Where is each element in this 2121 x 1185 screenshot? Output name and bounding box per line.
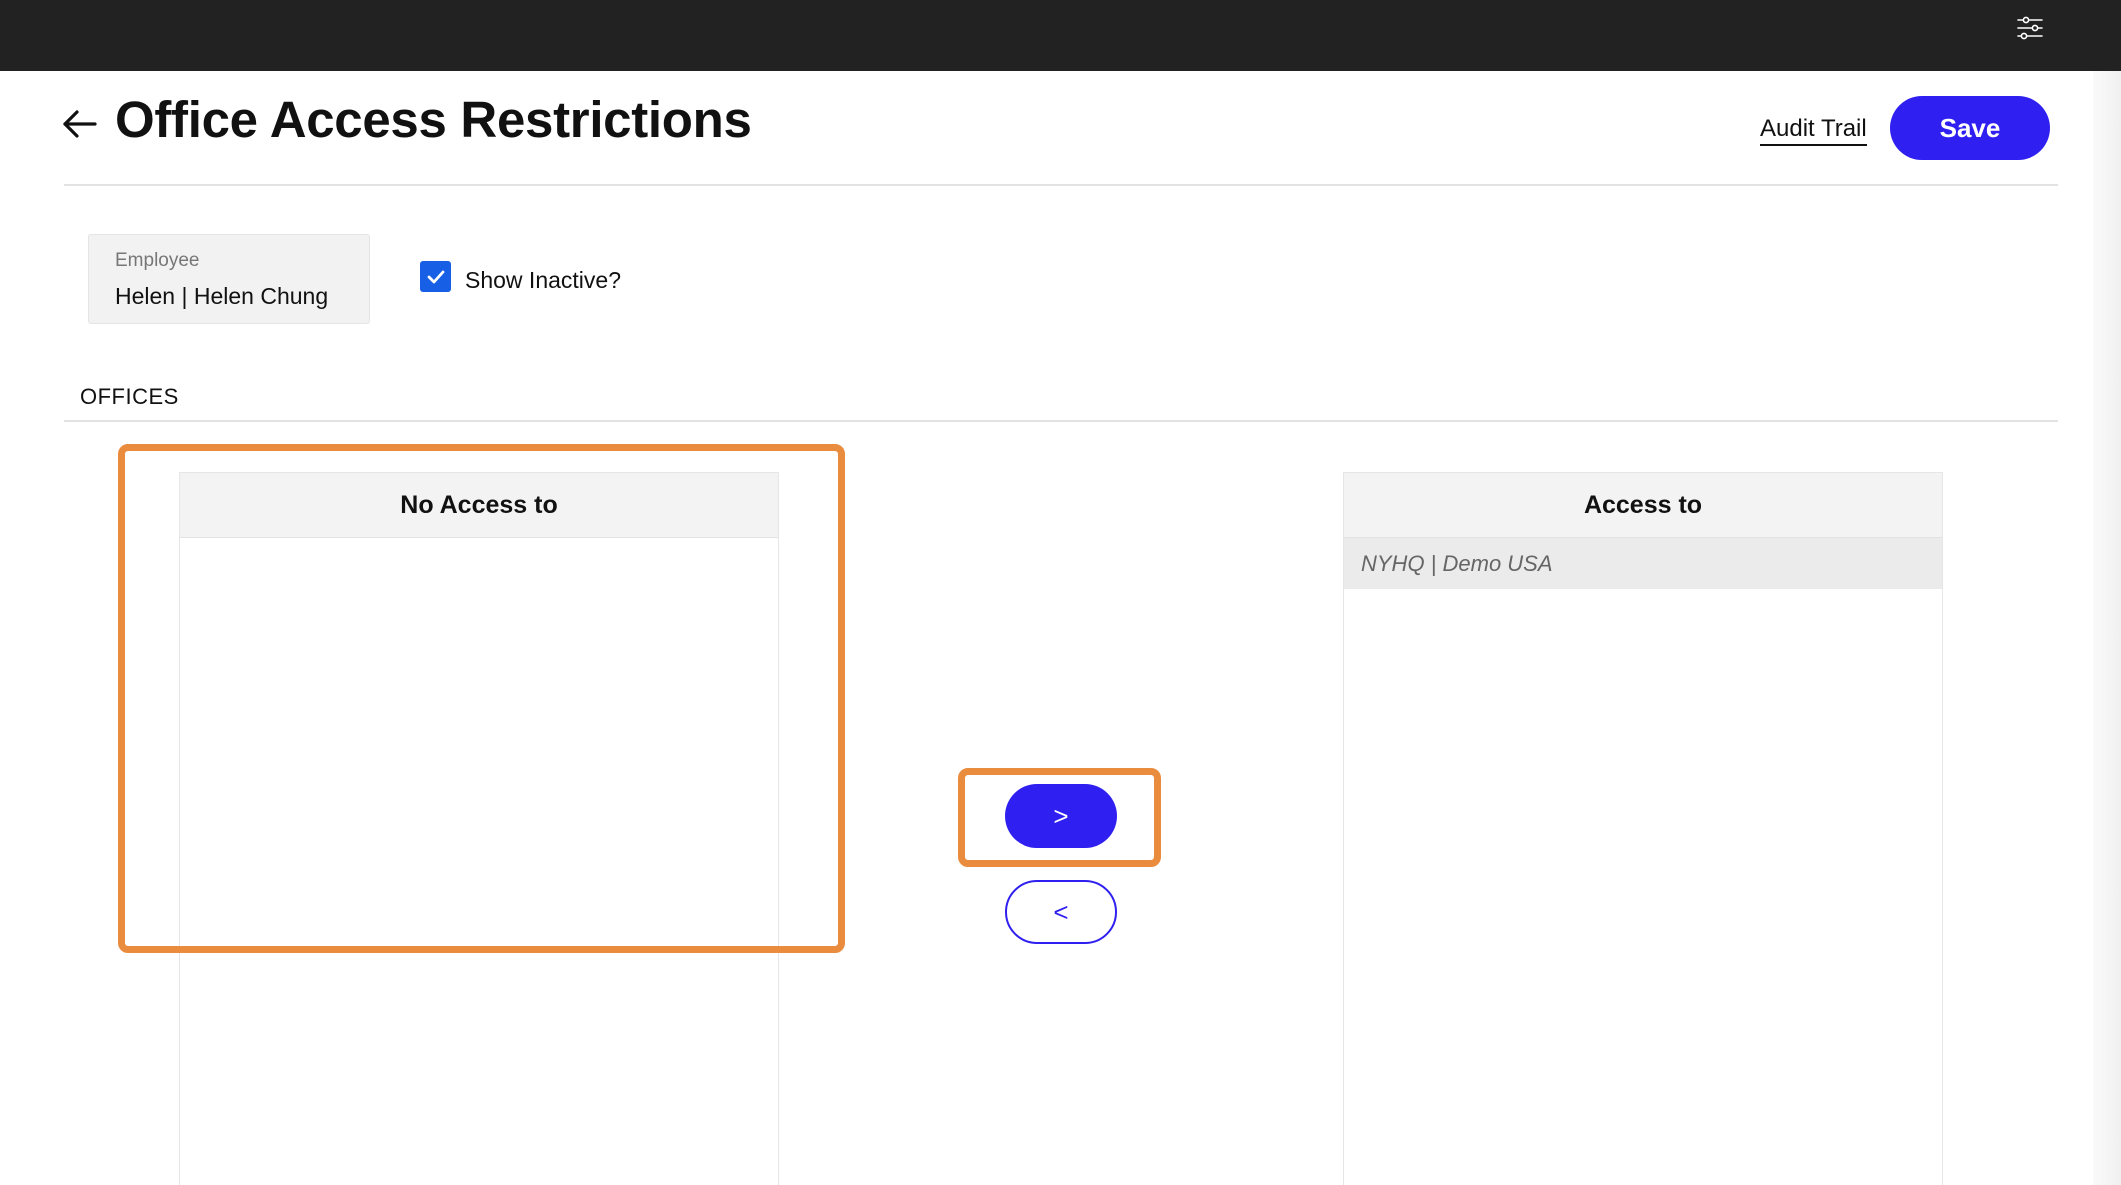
arrow-left-icon <box>63 110 97 138</box>
access-list[interactable]: Access to NYHQ | Demo USA <box>1343 472 1943 1185</box>
audit-trail-link[interactable]: Audit Trail <box>1760 114 1867 146</box>
section-divider <box>64 420 2058 422</box>
header-divider <box>64 184 2058 186</box>
scrollbar-track[interactable] <box>2093 71 2121 1185</box>
save-button[interactable]: Save <box>1890 96 2050 160</box>
employee-select[interactable]: Employee Helen | Helen Chung <box>88 234 370 324</box>
move-right-button[interactable]: > <box>1005 784 1117 848</box>
no-access-list-header: No Access to <box>180 473 778 538</box>
top-bar <box>0 0 2121 71</box>
checkmark-icon <box>427 270 444 283</box>
employee-field-value: Helen | Helen Chung <box>115 283 329 309</box>
list-item[interactable]: NYHQ | Demo USA <box>1344 538 1942 589</box>
employee-field-label: Employee <box>115 250 200 271</box>
no-access-list[interactable]: No Access to <box>179 472 779 1185</box>
back-button[interactable] <box>58 104 102 144</box>
show-inactive-checkbox[interactable] <box>420 261 451 292</box>
offices-section-label: OFFICES <box>80 384 179 409</box>
sliders-icon <box>2017 16 2043 40</box>
move-left-button[interactable]: < <box>1005 880 1117 944</box>
settings-button[interactable] <box>2010 8 2050 48</box>
access-list-header: Access to <box>1344 473 1942 538</box>
show-inactive-label: Show Inactive? <box>465 267 621 293</box>
page-title: Office Access Restrictions <box>115 91 752 148</box>
